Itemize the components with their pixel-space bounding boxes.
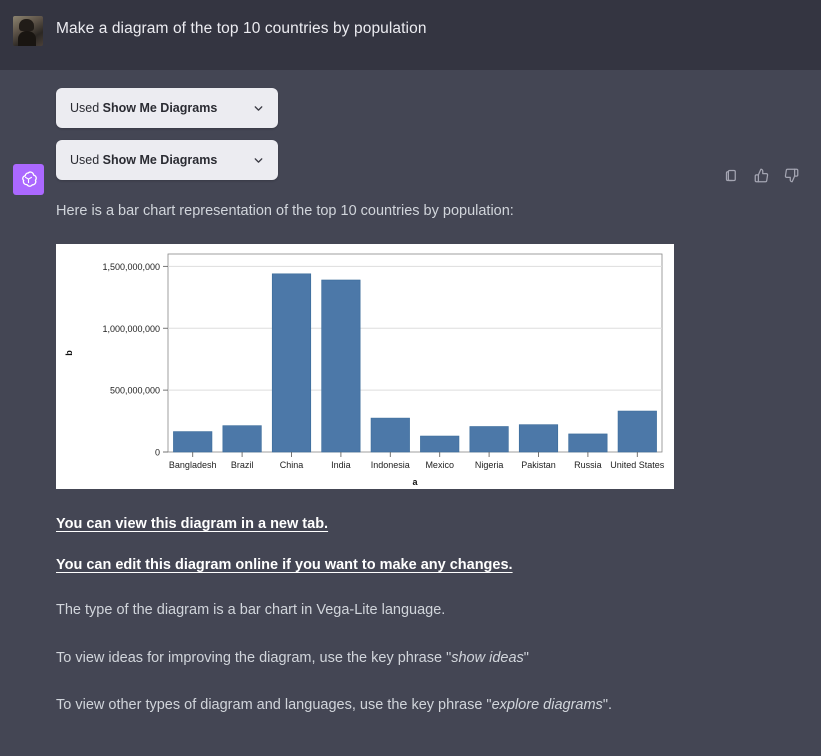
edit-diagram-link[interactable]: You can edit this diagram online if you …: [56, 557, 513, 573]
tool-call-name-1: Show Me Diagrams: [103, 101, 218, 115]
thumbs-down-icon[interactable]: [784, 168, 799, 183]
svg-text:Pakistan: Pakistan: [521, 460, 556, 470]
svg-text:Indonesia: Indonesia: [371, 460, 410, 470]
show-ideas-keyphrase: show ideas: [451, 650, 524, 666]
user-message-row: Make a diagram of the top 10 countries b…: [0, 0, 821, 70]
svg-text:Brazil: Brazil: [231, 460, 254, 470]
chevron-down-icon[interactable]: [252, 154, 265, 167]
svg-text:1,000,000,000: 1,000,000,000: [102, 324, 160, 334]
bar-chart-container: 0 500,000,000 1,000,000,000 1,500,000,000 Ba…: [56, 244, 674, 489]
user-message-text: Make a diagram of the top 10 countries b…: [56, 14, 427, 40]
show-ideas-paragraph: To view ideas for improving the diagram,…: [56, 647, 801, 669]
tool-call-label-2: Used Show Me Diagrams: [70, 153, 217, 167]
svg-text:Russia: Russia: [574, 460, 602, 470]
svg-text:Mexico: Mexico: [425, 460, 454, 470]
tool-call-prefix-1: Used: [70, 101, 103, 115]
tool-call-prefix-2: Used: [70, 153, 103, 167]
view-diagram-link[interactable]: You can view this diagram in a new tab.: [56, 516, 328, 532]
diagram-type-paragraph: The type of the diagram is a bar chart i…: [56, 599, 801, 621]
tool-call-label-1: Used Show Me Diagrams: [70, 101, 217, 115]
svg-text:Bangladesh: Bangladesh: [169, 460, 217, 470]
chatgpt-conversation: Make a diagram of the top 10 countries b…: [0, 0, 821, 756]
explore-diagrams-after: ".: [603, 697, 612, 713]
user-avatar-column: [0, 14, 56, 46]
svg-text:United States: United States: [610, 460, 665, 470]
svg-text:1,500,000,000: 1,500,000,000: [102, 262, 160, 272]
svg-text:China: China: [280, 460, 304, 470]
thumbs-up-icon[interactable]: [754, 168, 769, 183]
svg-text:500,000,000: 500,000,000: [110, 386, 160, 396]
explore-diagrams-keyphrase: explore diagrams: [492, 697, 603, 713]
edit-diagram-link-wrap: You can edit this diagram online if you …: [56, 556, 801, 574]
openai-logo-avatar: [13, 164, 44, 195]
tool-call-pill-2[interactable]: Used Show Me Diagrams: [56, 140, 278, 180]
assistant-message-row: Used Show Me Diagrams Used Show Me Diagr…: [0, 70, 821, 756]
explore-diagrams-before: To view other types of diagram and langu…: [56, 697, 492, 713]
svg-text:0: 0: [155, 448, 160, 458]
explore-diagrams-paragraph: To view other types of diagram and langu…: [56, 694, 801, 716]
message-actions: [724, 168, 799, 183]
intro-paragraph: Here is a bar chart representation of th…: [56, 200, 801, 222]
tool-call-pill-1[interactable]: Used Show Me Diagrams: [56, 88, 278, 128]
user-photo-avatar: [13, 16, 43, 46]
openai-swirl-icon: [18, 169, 39, 190]
show-ideas-before: To view ideas for improving the diagram,…: [56, 650, 451, 666]
bar-chart: 0 500,000,000 1,000,000,000 1,500,000,000 Ba…: [56, 244, 674, 489]
copy-icon[interactable]: [724, 168, 739, 183]
assistant-avatar-column: [0, 88, 56, 195]
show-ideas-after: ": [524, 650, 529, 666]
view-diagram-link-wrap: You can view this diagram in a new tab.: [56, 515, 801, 533]
tool-call-name-2: Show Me Diagrams: [103, 153, 218, 167]
chevron-down-icon[interactable]: [252, 102, 265, 115]
svg-text:b: b: [64, 350, 74, 356]
assistant-content: Used Show Me Diagrams Used Show Me Diagr…: [56, 88, 821, 717]
svg-text:Nigeria: Nigeria: [475, 460, 504, 470]
svg-text:India: India: [331, 460, 351, 470]
